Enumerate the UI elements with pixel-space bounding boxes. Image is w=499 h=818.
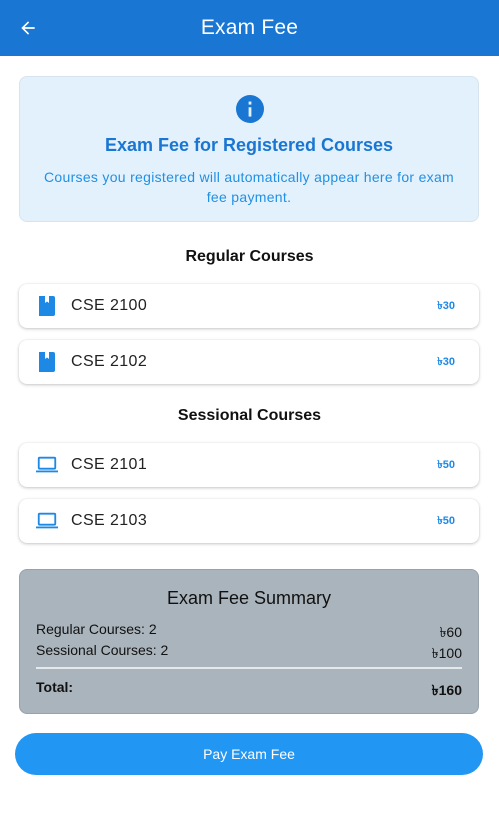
pay-exam-fee-button[interactable]: Pay Exam Fee <box>15 733 483 775</box>
course-fee: ৳30 <box>437 300 455 312</box>
info-description: Courses you registered will automaticall… <box>44 169 455 205</box>
exam-fee-summary-card: Exam Fee Summary Regular Courses: 2 ৳60 … <box>19 569 479 714</box>
course-code: CSE 2101 <box>71 456 148 473</box>
summary-sessional-amount: ৳100 <box>431 645 462 661</box>
summary-row-total: Total: ৳160 <box>36 679 462 703</box>
course-card-cse-2102[interactable]: CSE 2102 ৳30 <box>19 340 479 384</box>
course-fee: ৳50 <box>437 459 455 471</box>
course-fee: ৳50 <box>437 515 455 527</box>
course-card-cse-2103[interactable]: CSE 2103 ৳50 <box>19 499 479 543</box>
info-title: Exam Fee for Registered Courses <box>104 135 394 155</box>
page-title: Exam Fee <box>200 16 299 39</box>
course-fee: ৳30 <box>437 356 455 368</box>
info-icon <box>236 95 264 123</box>
course-code: CSE 2100 <box>71 297 148 314</box>
course-code: CSE 2103 <box>71 512 148 529</box>
laptop-icon <box>36 456 58 473</box>
summary-sessional-label: Sessional Courses: 2 <box>36 642 169 658</box>
arrow-back-icon <box>21 21 35 35</box>
sessional-courses-heading: Sessional Courses <box>177 407 322 424</box>
regular-courses-heading: Regular Courses <box>185 248 314 265</box>
summary-row-sessional: Sessional Courses: 2 ৳100 <box>36 642 462 666</box>
course-card-cse-2101[interactable]: CSE 2101 ৳50 <box>19 443 479 487</box>
course-code: CSE 2102 <box>71 353 148 370</box>
book-icon <box>39 296 55 316</box>
app-bar: Exam Fee <box>0 0 499 56</box>
summary-total-amount: ৳160 <box>431 682 462 698</box>
back-button[interactable] <box>12 12 44 44</box>
info-card: Exam Fee for Registered Courses Courses … <box>19 76 479 222</box>
summary-title: Exam Fee Summary <box>166 588 332 608</box>
summary-divider <box>36 667 462 669</box>
book-icon <box>39 352 55 372</box>
course-card-cse-2100[interactable]: CSE 2100 ৳30 <box>19 284 479 328</box>
summary-total-label: Total: <box>36 679 74 695</box>
laptop-icon <box>36 512 58 529</box>
